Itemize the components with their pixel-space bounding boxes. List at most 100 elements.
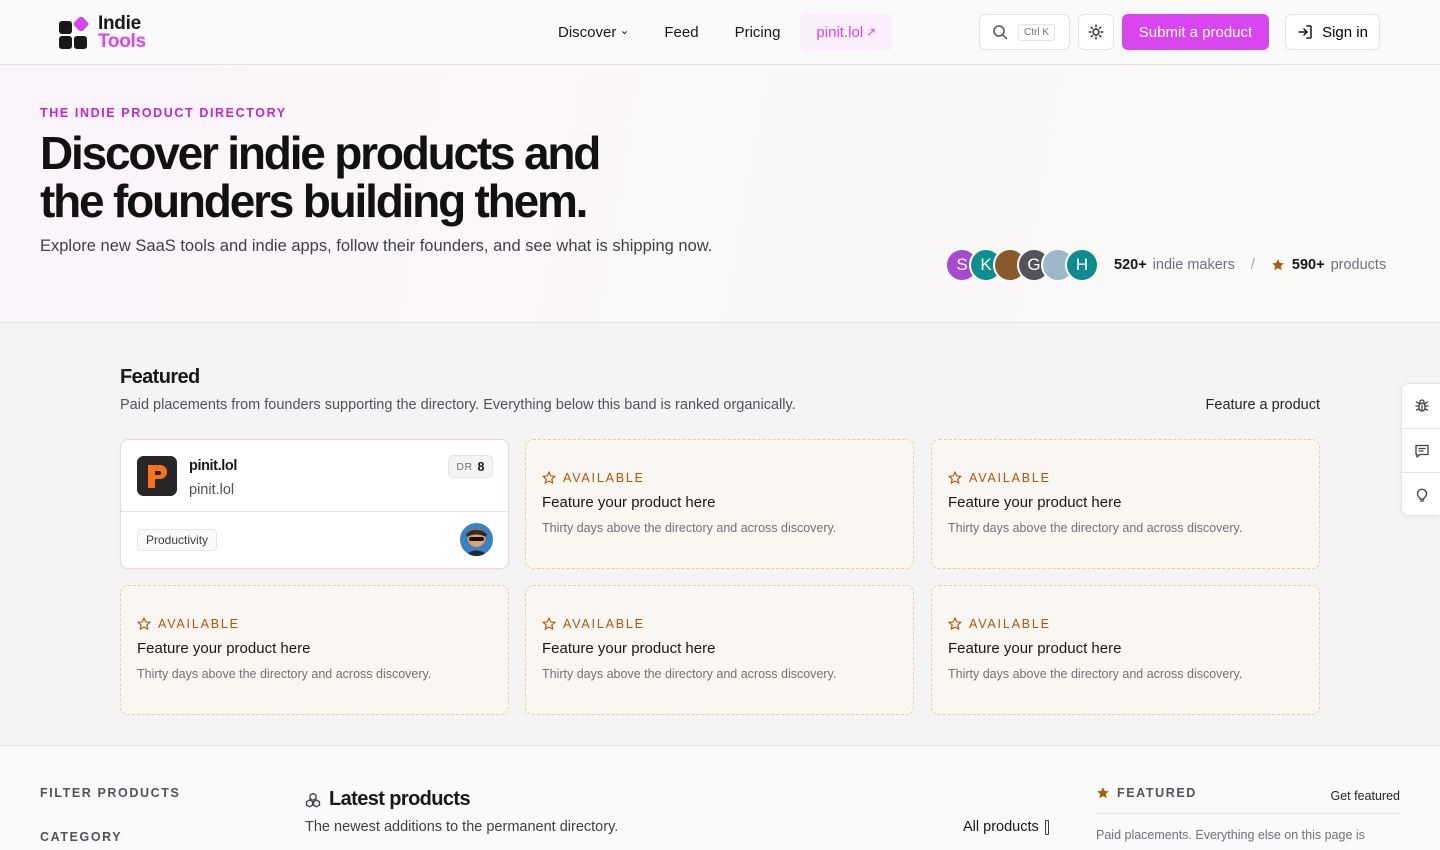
sidebar-featured-text: FEATURED [1117,786,1197,800]
star-outline-icon [137,617,151,631]
filter-products-heading: FILTER PRODUCTS [40,786,181,800]
chevron-down-icon [622,30,628,34]
all-products-link[interactable]: All products [963,819,1049,835]
search-shortcut: Ctrl K [1018,23,1055,41]
get-featured-link[interactable]: Get featured [1331,789,1401,803]
feedback-button[interactable] [1402,428,1440,472]
nav-pinit-label: pinit.lol [816,23,864,41]
hero-subtitle: Explore new SaaS tools and indie apps, f… [40,237,713,255]
dr-value: 8 [477,459,485,474]
featured-slot-card[interactable]: AVAILABLE Feature your product here Thir… [525,439,914,569]
logo-mark-icon [59,15,90,49]
dr-label: DR [456,460,473,473]
sun-icon [1088,24,1104,40]
lightbulb-icon [1416,488,1427,502]
products-count: 590+ [1291,257,1325,273]
logo-line-2: Tools [98,31,146,52]
slot-label: AVAILABLE [948,471,1051,485]
slot-label-text: AVAILABLE [969,471,1051,485]
arrow-up-right-icon: ↗ [866,25,877,39]
all-products-label: All products [963,819,1039,835]
product-url: pinit.lol [189,482,235,498]
sign-in-button[interactable]: Sign in [1285,14,1380,50]
sidebar-featured-description: Paid placements. Everything else on this… [1096,828,1365,842]
sidebar-featured-label: FEATURED [1096,786,1197,800]
hero-section: THE INDIE PRODUCT DIRECTORY Discover ind… [0,65,1440,323]
slot-label-text: AVAILABLE [563,471,645,485]
slot-label: AVAILABLE [542,617,645,631]
star-outline-icon [948,471,962,485]
theme-toggle-button[interactable] [1078,14,1114,50]
logo[interactable]: Indie Tools [59,14,146,52]
featured-description: Paid placements from founders supporting… [120,397,796,413]
sign-in-label: Sign in [1322,23,1368,41]
slot-title: Feature your product here [948,494,1122,511]
main-nav: Discover Feed Pricing pinit.lol ↗ [540,14,893,50]
pinit-logo-icon [137,456,177,496]
slot-description: Thirty days above the directory and acro… [948,521,1243,535]
nav-feed[interactable]: Feed [646,14,716,50]
slot-label: AVAILABLE [137,617,240,631]
hero-title: Discover indie products and the founders… [40,127,601,227]
slot-description: Thirty days above the directory and acro… [137,667,432,681]
site-header: Indie Tools Discover Feed Pricing pinit.… [0,0,1440,65]
ideas-button[interactable] [1402,472,1440,516]
slot-description: Thirty days above the directory and acro… [948,667,1243,681]
submit-product-button[interactable]: Submit a product [1122,14,1269,50]
nav-discover-label: Discover [558,23,617,41]
slot-label-text: AVAILABLE [969,617,1051,631]
nav-pricing[interactable]: Pricing [717,14,799,50]
slot-description: Thirty days above the directory and acro… [542,521,837,535]
featured-product-card[interactable]: pinit.lol pinit.lol DR 8 Productivity [120,439,509,569]
products-label: products [1330,257,1387,273]
slot-label-text: AVAILABLE [563,617,645,631]
nav-pinit-link[interactable]: pinit.lol ↗ [800,14,893,50]
star-outline-icon [542,471,556,485]
slot-label-text: AVAILABLE [158,617,240,631]
slot-description: Thirty days above the directory and acro… [542,667,837,681]
star-icon [1272,259,1284,271]
report-bug-button[interactable] [1402,384,1440,428]
latest-products-title: Latest products [329,788,471,810]
logo-text: Indie Tools [98,14,146,52]
category-heading: CATEGORY [40,830,123,844]
star-icon [1097,787,1109,799]
slot-title: Feature your product here [948,640,1122,657]
card-divider [121,511,508,512]
featured-slot-card[interactable]: AVAILABLE Feature your product here Thir… [931,439,1320,569]
featured-slot-card[interactable]: AVAILABLE Feature your product here Thir… [931,585,1320,715]
featured-section: Featured Paid placements from founders s… [0,323,1440,746]
slot-label: AVAILABLE [948,617,1051,631]
featured-title: Featured [120,366,200,388]
makers-count: 520+ [1114,257,1147,273]
feature-a-product-link[interactable]: Feature a product [1206,397,1320,413]
toggle-indicator-icon [1044,819,1049,835]
latest-products-description: The newest additions to the permanent di… [305,819,619,835]
featured-slot-card[interactable]: AVAILABLE Feature your product here Thir… [120,585,509,715]
featured-slot-card[interactable]: AVAILABLE Feature your product here Thir… [525,585,914,715]
sign-in-icon [1298,25,1312,39]
sidebar-featured-header: FEATURED Get featured [1096,786,1400,814]
slot-title: Feature your product here [542,494,716,511]
maker-avatar[interactable] [460,523,493,556]
makers-label: indie makers [1152,257,1235,273]
slot-title: Feature your product here [542,640,716,657]
domain-rating-badge: DR 8 [448,455,493,478]
category-tag[interactable]: Productivity [137,529,218,551]
star-outline-icon [948,617,962,631]
hero-eyebrow: THE INDIE PRODUCT DIRECTORY [40,106,287,120]
star-outline-icon [542,617,556,631]
product-name: pinit.lol [189,458,237,474]
search-icon [993,25,1008,40]
latest-products-heading: Latest products [305,788,471,811]
hero-stats: 520+ indie makers / 590+ products [1114,257,1386,273]
maker-avatar[interactable]: H [1065,248,1099,282]
message-icon [1414,444,1429,458]
slot-title: Feature your product here [137,640,311,657]
nav-discover[interactable]: Discover [540,14,646,50]
maker-avatars: SKGH [945,248,1099,282]
stats-separator: / [1250,257,1255,273]
bug-icon [1414,399,1429,412]
slot-label: AVAILABLE [542,471,645,485]
search-button[interactable]: Ctrl K [979,14,1070,50]
